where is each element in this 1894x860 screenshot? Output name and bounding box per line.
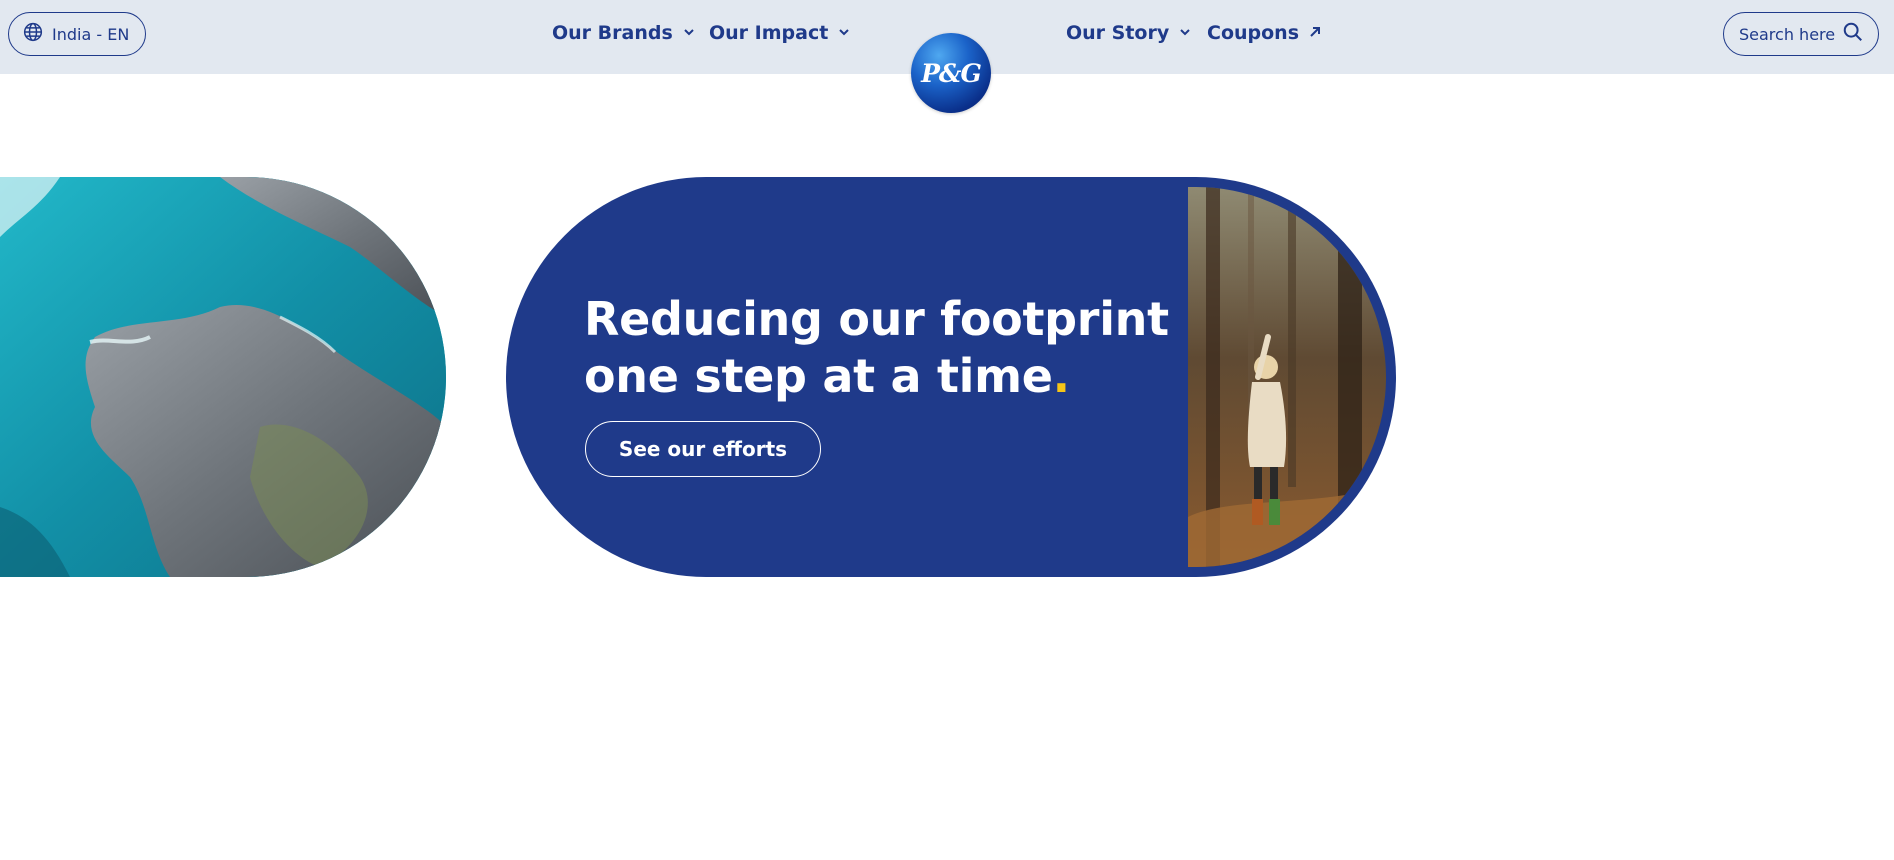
nav-label: Our Brands	[552, 22, 673, 44]
nav-our-brands[interactable]: Our Brands	[552, 22, 696, 44]
chevron-down-icon	[682, 22, 696, 44]
logo-text: P&G	[921, 58, 982, 88]
nav-label: Coupons	[1207, 22, 1300, 44]
see-our-efforts-button[interactable]: See our efforts	[585, 421, 821, 477]
pg-logo[interactable]: P&G	[911, 33, 991, 113]
locale-label: India - EN	[52, 24, 130, 44]
nav-label: Our Impact	[709, 22, 829, 44]
search-button[interactable]: Search here	[1723, 12, 1879, 56]
chevron-down-icon	[1178, 22, 1192, 44]
hero-title: Reducing our footprint one step at a tim…	[584, 291, 1184, 405]
forest-child-image	[1188, 187, 1386, 567]
locale-selector-button[interactable]: India - EN	[8, 12, 147, 56]
search-label: Search here	[1739, 24, 1836, 44]
hero-banner: Reducing our footprint one step at a tim…	[506, 177, 1396, 577]
hero-title-line1: Reducing our footprint	[584, 292, 1169, 346]
nav-coupons-link[interactable]: Coupons	[1207, 22, 1322, 44]
chevron-down-icon	[837, 22, 851, 44]
coastline-image	[0, 177, 446, 577]
nav-our-impact[interactable]: Our Impact	[709, 22, 851, 44]
nav-label: Our Story	[1066, 22, 1170, 44]
search-icon	[1842, 21, 1864, 47]
nav-our-story[interactable]: Our Story	[1066, 22, 1192, 44]
hero-title-line2: one step at a time	[584, 349, 1053, 403]
hero-title-dot: .	[1052, 349, 1070, 403]
globe-icon	[23, 22, 43, 46]
arrow-up-right-icon	[1308, 22, 1322, 44]
